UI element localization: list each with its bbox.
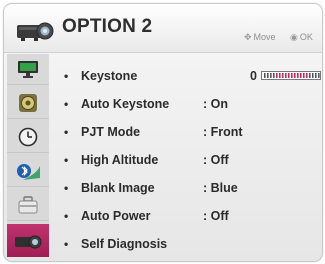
menu-item-keystone[interactable]: • Keystone 0	[51, 64, 321, 90]
category-sidebar	[7, 54, 49, 257]
bullet-icon: •	[64, 181, 69, 195]
picture-monitor-icon	[18, 61, 38, 78]
bullet-icon: •	[64, 125, 69, 139]
sidebar-item-option2[interactable]	[7, 224, 49, 257]
slider-tick	[270, 73, 272, 78]
briefcase-icon	[18, 196, 38, 214]
menu-item-label: Self Diagnosis	[81, 237, 168, 251]
slider-tick	[303, 73, 305, 78]
menu-item-auto-power[interactable]: • Auto Power : Off	[51, 204, 319, 230]
bullet-icon: •	[64, 209, 69, 223]
menu-item-self-diagnosis[interactable]: • Self Diagnosis	[51, 232, 319, 258]
menu-item-label: Blank Image	[81, 181, 155, 195]
page-title: OPTION 2	[62, 16, 153, 37]
keystone-slider[interactable]	[261, 71, 321, 80]
menu-header: OPTION 2 ✥ Move ◉ OK	[4, 4, 322, 53]
menu-item-blank-image[interactable]: • Blank Image : Blue	[51, 176, 319, 202]
menu-item-label: High Altitude	[81, 153, 159, 167]
menu-item-value: : Front	[203, 125, 243, 139]
slider-tick	[267, 73, 269, 78]
bullet-icon: •	[64, 237, 69, 251]
slider-tick	[264, 73, 266, 78]
slider-tick	[306, 73, 308, 78]
slider-tick	[312, 73, 314, 78]
menu-item-auto-keystone[interactable]: • Auto Keystone : On	[51, 92, 319, 118]
slider-tick	[309, 73, 311, 78]
slider-tick	[294, 73, 296, 78]
sidebar-item-option1[interactable]	[7, 190, 49, 221]
slider-tick	[279, 73, 281, 78]
bullet-icon: •	[64, 97, 69, 111]
sidebar-item-picture[interactable]	[7, 54, 49, 85]
menu-item-high-altitude[interactable]: • High Altitude : Off	[51, 148, 319, 174]
bluetooth-icon	[17, 164, 40, 180]
sidebar-item-time[interactable]	[7, 122, 49, 153]
slider-tick	[291, 73, 293, 78]
navigation-arrows-icon: ✥	[244, 32, 252, 42]
slider-tick	[300, 73, 302, 78]
menu-item-label: Auto Power	[81, 209, 151, 223]
menu-item-value: : On	[203, 97, 228, 111]
ok-button-icon: ◉	[290, 32, 298, 42]
projector-icon	[17, 22, 54, 41]
slider-tick	[288, 73, 290, 78]
slider-tick	[315, 73, 317, 78]
clock-icon	[18, 127, 38, 147]
menu-item-label: Keystone	[81, 69, 138, 83]
bullet-icon: •	[64, 153, 69, 167]
move-hint: ✥ Move	[244, 32, 276, 43]
menu-item-label: PJT Mode	[81, 125, 141, 139]
slider-tick	[285, 73, 287, 78]
projector-icon	[15, 235, 42, 248]
bullet-icon: •	[64, 69, 69, 83]
menu-item-pjt-mode[interactable]: • PJT Mode : Front	[51, 120, 319, 146]
ok-hint: ◉ OK	[290, 32, 313, 43]
slider-tick	[297, 73, 299, 78]
slider-tick	[273, 73, 275, 78]
menu-item-value: : Off	[203, 209, 229, 223]
speaker-icon	[19, 94, 37, 112]
keystone-value: 0	[250, 69, 257, 83]
option-list: • Keystone 0 • Auto Keystone : On • PJT …	[51, 54, 321, 258]
slider-tick	[282, 73, 284, 78]
option2-menu-window: OPTION 2 ✥ Move ◉ OK • Keystone 0 • Auto…	[3, 3, 323, 262]
move-hint-label: Move	[253, 32, 276, 42]
ok-hint-label: OK	[299, 32, 313, 42]
slider-tick	[318, 73, 320, 78]
sidebar-item-bluetooth[interactable]	[7, 156, 49, 187]
menu-item-label: Auto Keystone	[81, 97, 170, 111]
sidebar-item-audio[interactable]	[7, 88, 49, 119]
menu-item-value: : Blue	[203, 181, 238, 195]
menu-item-value: : Off	[203, 153, 229, 167]
slider-tick	[276, 73, 278, 78]
